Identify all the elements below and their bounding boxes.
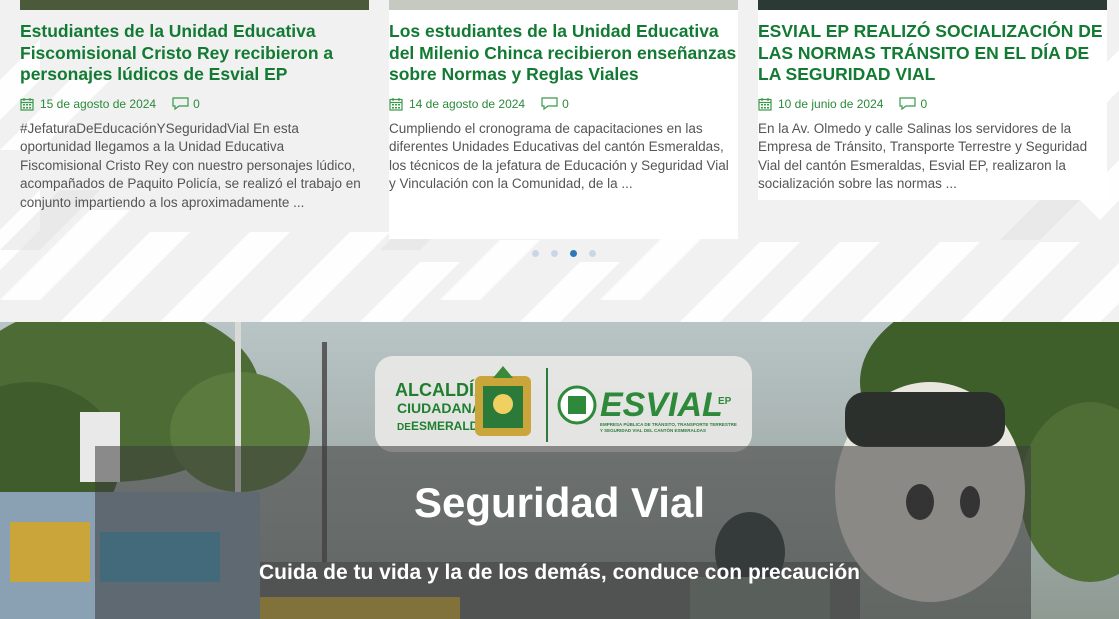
svg-text:Y SEGURIDAD VIAL DEL CANTÓN ES: Y SEGURIDAD VIAL DEL CANTÓN ESMERALDAS [600, 426, 706, 433]
carousel-dot-3[interactable] [570, 250, 577, 257]
svg-text:EMPRESA PÚBLICA DE TRÁNSITO, T: EMPRESA PÚBLICA DE TRÁNSITO, TRANSPORTE … [600, 421, 737, 427]
news-card-title[interactable]: Estudiantes de la Unidad Educativa Fisco… [20, 21, 369, 86]
svg-text:CIUDADANA: CIUDADANA [397, 400, 482, 416]
hero-title: Seguridad Vial [414, 479, 705, 526]
news-card-date: 14 de agosto de 2024 [409, 96, 526, 111]
carousel-dot-2[interactable] [551, 250, 558, 257]
news-card-meta: 14 de agosto de 2024 0 [389, 97, 738, 111]
news-card-comment-count[interactable]: 0 [920, 97, 927, 111]
calendar-icon [758, 97, 772, 111]
svg-text:ALCALDÍA: ALCALDÍA [395, 379, 487, 400]
news-card-excerpt: En la Av. Olmedo y calle Salinas los ser… [758, 120, 1088, 192]
news-card-image[interactable] [20, 0, 369, 10]
news-card-title[interactable]: Los estudiantes de la Unidad Educativa d… [389, 21, 738, 86]
carousel-dot-1[interactable] [532, 250, 539, 257]
news-card-comment-count[interactable]: 0 [562, 97, 569, 111]
logo-panel: ALCALDÍA CIUDADANA DE ESMERALDAS ESVIAL … [375, 356, 752, 452]
news-card-meta: 10 de junio de 2024 0 [758, 97, 1107, 111]
news-card-excerpt: Cumpliendo el cronograma de capacitacion… [389, 120, 729, 192]
comment-icon [541, 97, 558, 110]
esvial-logo[interactable]: ESVIAL EP EMPRESA PÚBLICA DE TRÁNSITO, T… [557, 385, 737, 433]
comment-icon [899, 97, 917, 110]
hero-text-overlay [95, 446, 1031, 619]
svg-text:ESVIAL: ESVIAL [600, 386, 723, 424]
news-card-image[interactable] [389, 0, 738, 10]
svg-text:EP: EP [718, 396, 732, 407]
news-section: Estudiantes de la Unidad Educativa Fisco… [0, 0, 1119, 322]
carousel-dot-4[interactable] [589, 250, 596, 257]
calendar-icon [389, 97, 403, 111]
news-card-date: 15 de agosto de 2024 [40, 96, 157, 111]
municipality-and-esvial-logos: ALCALDÍA CIUDADANA DE ESMERALDAS ESVIAL … [395, 366, 737, 442]
esmeraldas-coat-of-arms [475, 366, 531, 436]
news-card-2[interactable]: Los estudiantes de la Unidad Educativa d… [389, 0, 738, 194]
news-card-excerpt: #JefaturaDeEducaciónYSeguridadVial En es… [20, 120, 361, 210]
news-card-meta: 15 de agosto de 2024 0 [20, 97, 369, 111]
comment-icon [172, 97, 189, 110]
carousel-pagination [532, 250, 596, 257]
news-card-comment-count[interactable]: 0 [193, 97, 200, 111]
svg-text:DE: DE [397, 422, 411, 433]
news-card-3[interactable]: ESVIAL EP REALIZÓ SOCIALIZACIÓN DE LAS N… [758, 0, 1107, 194]
hero-subtitle: Cuida de tu vida y la de los demás, cond… [259, 561, 860, 584]
news-card-date: 10 de junio de 2024 [778, 96, 884, 111]
news-card-title[interactable]: ESVIAL EP REALIZÓ SOCIALIZACIÓN DE LAS N… [758, 21, 1107, 86]
news-card-1[interactable]: Estudiantes de la Unidad Educativa Fisco… [20, 0, 369, 212]
calendar-icon [20, 97, 34, 111]
hero-banner: ALCALDÍA CIUDADANA DE ESMERALDAS ESVIAL … [0, 322, 1119, 619]
news-card-image[interactable] [758, 0, 1107, 10]
